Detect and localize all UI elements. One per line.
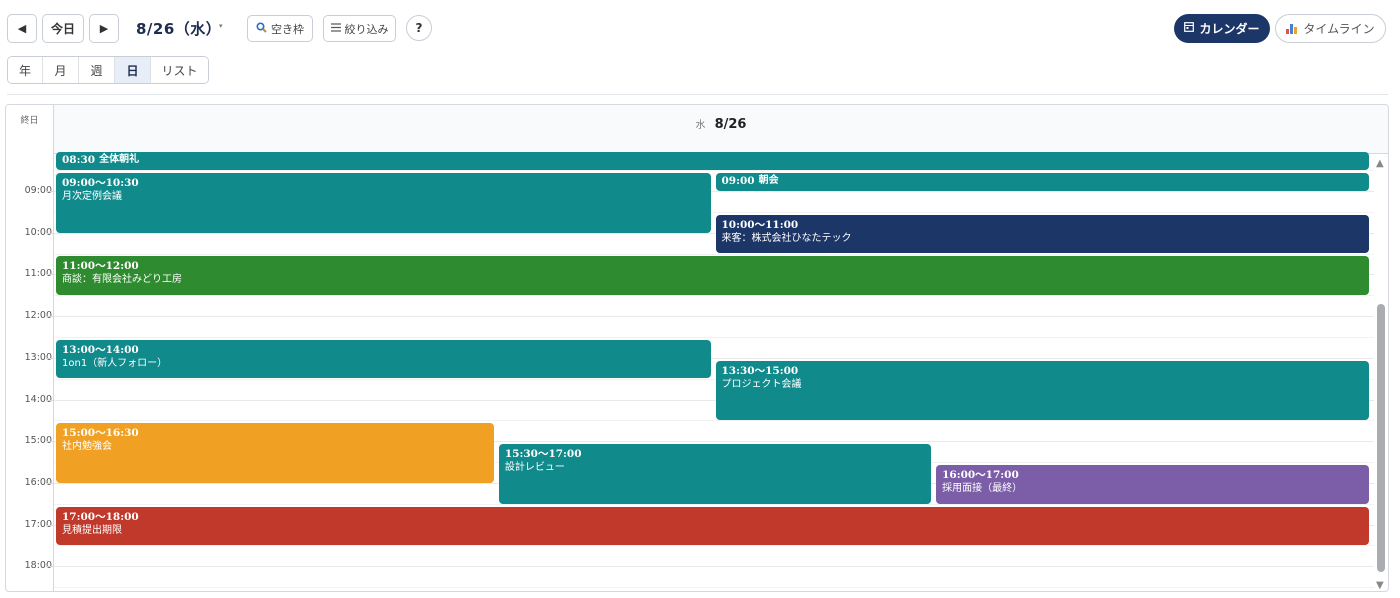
- hour-tick: [46, 274, 54, 276]
- event-title: 設計レビュー: [504, 462, 565, 474]
- tab-year[interactable]: 年: [8, 57, 43, 83]
- event-time: 11:00〜12:00: [62, 260, 139, 273]
- event-time: 15:30〜17:00: [504, 448, 582, 461]
- event-time: 16:00〜17:00: [942, 468, 1019, 481]
- event-block[interactable]: 15:30〜17:00 設計レビュー: [498, 444, 932, 504]
- list-icon: [330, 22, 341, 35]
- day-date: 8/26: [714, 117, 747, 132]
- grid-line: [54, 503, 1374, 505]
- event-title: 朝会: [758, 174, 779, 186]
- hour-tick: [46, 482, 54, 484]
- event-block[interactable]: 13:30〜15:00 プロジェクト会議: [715, 360, 1369, 421]
- grid-line: [54, 566, 1374, 568]
- day-column-header: 水 8/26: [54, 105, 1388, 154]
- scrollbar[interactable]: ▲ ▼: [1374, 154, 1388, 591]
- hour-tick: [46, 357, 54, 359]
- calendar-icon: [1184, 22, 1195, 35]
- bar-chart-icon: [1286, 23, 1298, 34]
- current-date-label[interactable]: 8/26（水）: [136, 18, 221, 39]
- grid-line: [54, 336, 1374, 338]
- event-title: 全体朝礼: [99, 154, 140, 166]
- toolbar-divider: [7, 94, 1388, 95]
- view-tabs: 年 月 週 日 リスト: [7, 56, 209, 84]
- event-block[interactable]: 11:00〜12:00 商談：有限会社みどり工房: [56, 256, 1369, 296]
- event-time: 10:00〜11:00: [721, 218, 799, 231]
- day-of-week: 水: [695, 120, 706, 131]
- grid-line: [54, 253, 1374, 255]
- chevron-left-icon: ◀: [17, 22, 27, 35]
- event-block[interactable]: 10:00〜11:00 来客：株式会社ひなたテック: [715, 214, 1369, 254]
- tab-list[interactable]: リスト: [151, 57, 208, 83]
- event-title: 商談：有限会社みどり工房: [62, 274, 182, 286]
- event-block[interactable]: 08:30 全体朝礼: [56, 152, 1369, 170]
- help-button[interactable]: ?: [406, 15, 432, 41]
- day-calendar: 終日 水 8/26 09:00 10:00 11:00 12:00 13:00 14:00…: [5, 104, 1389, 592]
- event-time: 17:00〜18:00: [62, 510, 139, 523]
- event-title: 月次定例会議: [62, 191, 122, 202]
- today-button[interactable]: 今日: [42, 14, 84, 43]
- event-block[interactable]: 15:00〜16:30 社内勉強会: [56, 423, 494, 483]
- chevron-right-icon: ▶: [99, 22, 109, 35]
- event-block[interactable]: 09:00〜10:30 月次定例会議: [56, 173, 711, 233]
- calendar-view-toggle[interactable]: カレンダー: [1174, 14, 1270, 43]
- next-day-button[interactable]: ▶: [89, 14, 119, 43]
- hour-tick: [46, 232, 54, 234]
- timeline-view-toggle[interactable]: タイムライン: [1275, 14, 1386, 43]
- free-slots-button[interactable]: 空き枠: [247, 15, 313, 42]
- event-title: 1on1（新人フォロー）: [62, 357, 168, 369]
- grid-line: [54, 295, 1374, 297]
- filter-button[interactable]: 絞り込み: [323, 15, 396, 42]
- grid-line: [54, 316, 1374, 318]
- free-slots-label: 空き枠: [271, 22, 304, 36]
- hour-tick: [46, 399, 54, 401]
- calendar-toggle-label: カレンダー: [1199, 22, 1260, 36]
- all-day-label: 終日: [6, 105, 54, 154]
- event-title: 来客：株式会社ひなたテック: [721, 232, 852, 244]
- event-block[interactable]: 16:00〜17:00 採用面接（最終）: [936, 464, 1369, 504]
- timeline-toggle-label: タイムライン: [1303, 22, 1375, 36]
- event-time: 09:00〜10:30: [62, 177, 139, 189]
- scrollbar-thumb[interactable]: [1377, 304, 1385, 572]
- event-time: 13:00〜14:00: [62, 343, 139, 356]
- event-block[interactable]: 09:00 朝会: [715, 173, 1369, 191]
- tab-day[interactable]: 日: [115, 57, 151, 83]
- event-time: 13:30〜15:00: [721, 364, 799, 377]
- filter-label: 絞り込み: [344, 22, 389, 36]
- all-day-row[interactable]: 終日 水 8/26: [6, 105, 1388, 154]
- grid-line: [54, 545, 1374, 547]
- chevron-down-icon[interactable]: ▾: [219, 22, 223, 30]
- event-block[interactable]: 13:00〜14:00 1on1（新人フォロー）: [56, 339, 711, 379]
- hour-tick: [46, 524, 54, 526]
- toolbar: ◀ 今日 ▶ 8/26（水） ▾ 空き枠 絞り込み ? カレンダー タイムライン: [0, 0, 1400, 56]
- scroll-up-arrow[interactable]: ▲: [1376, 158, 1384, 169]
- hour-tick: [46, 191, 54, 192]
- tab-week[interactable]: 週: [79, 57, 115, 83]
- grid-line: [54, 170, 1374, 172]
- event-title: プロジェクト会議: [721, 378, 802, 390]
- event-time: 15:00〜16:30: [62, 427, 139, 440]
- event-time: 08:30: [62, 154, 96, 167]
- event-time: 09:00: [721, 174, 755, 187]
- hour-tick: [46, 316, 54, 318]
- prev-day-button[interactable]: ◀: [7, 14, 37, 43]
- time-grid[interactable]: 09:00 10:00 11:00 12:00 13:00 14:00 15:00 16:00…: [6, 152, 1388, 591]
- search-icon: [256, 21, 267, 36]
- event-title: 見積提出期限: [62, 524, 122, 536]
- event-title: 社内勉強会: [62, 441, 112, 453]
- grid-line: [54, 420, 1374, 422]
- hour-tick: [46, 441, 54, 443]
- time-axis: 09:00 10:00 11:00 12:00 13:00 14:00 15:00 16:00…: [6, 154, 54, 591]
- scroll-down-arrow[interactable]: ▼: [1376, 580, 1384, 591]
- grid-line: [54, 587, 1374, 589]
- event-title: 採用面接（最終）: [942, 482, 1023, 494]
- tab-month[interactable]: 月: [43, 57, 79, 83]
- event-block[interactable]: 17:00〜18:00 見積提出期限: [56, 506, 1369, 546]
- hour-tick: [46, 566, 54, 568]
